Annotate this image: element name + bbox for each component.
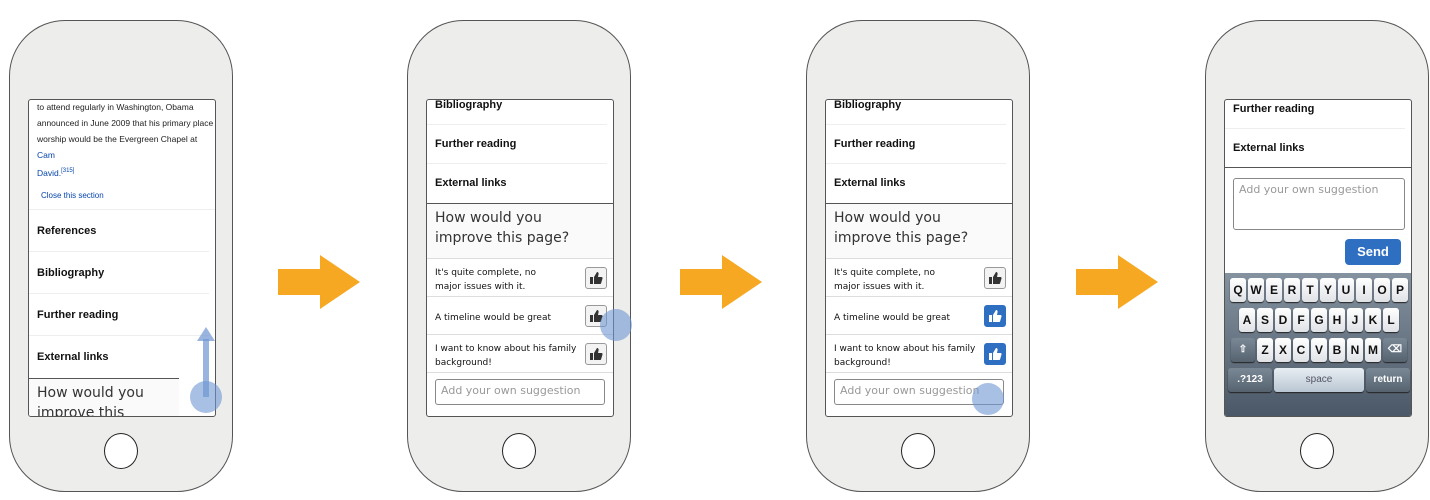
key[interactable]: F xyxy=(1293,308,1309,332)
numbers-key[interactable]: .?123 xyxy=(1228,368,1272,392)
send-button[interactable]: Send xyxy=(1345,239,1401,265)
section-bibliography[interactable]: Bibliography xyxy=(427,100,607,125)
suggestion-row: I want to know about his family backgrou… xyxy=(427,334,613,372)
touch-indicator xyxy=(600,309,632,341)
thumbs-up-icon xyxy=(590,348,603,360)
step-arrow-icon xyxy=(680,255,762,309)
camp-david-link[interactable]: Cam xyxy=(37,150,55,160)
section-external-links[interactable]: External links xyxy=(427,164,607,203)
key[interactable]: C xyxy=(1293,338,1309,362)
thumbs-up-icon xyxy=(590,272,603,284)
phone-screen: Bibliography Further reading External li… xyxy=(426,99,614,417)
key[interactable]: U xyxy=(1338,278,1354,302)
key[interactable]: P xyxy=(1392,278,1408,302)
section-bibliography[interactable]: Bibliography xyxy=(29,252,209,294)
section-external-links[interactable]: External links xyxy=(29,336,209,378)
key[interactable]: I xyxy=(1356,278,1372,302)
keyboard-row-1: Q W E R T Y U I O P xyxy=(1228,278,1410,302)
feedback-title: How would you improve this page? xyxy=(29,377,179,416)
section-bibliography[interactable]: Bibliography xyxy=(826,100,1006,125)
key[interactable]: O xyxy=(1374,278,1390,302)
key[interactable]: M xyxy=(1365,338,1381,362)
paragraph-line: David.[315] xyxy=(37,163,215,181)
key[interactable]: S xyxy=(1257,308,1273,332)
home-button[interactable] xyxy=(901,433,935,469)
section-further-reading[interactable]: Further reading xyxy=(427,125,607,164)
article-paragraph: to attend regularly in Washington, Obama… xyxy=(29,100,215,181)
paragraph-line: to attend regularly in Washington, Obama xyxy=(37,102,194,112)
key[interactable]: H xyxy=(1329,308,1345,332)
phone-step-3: Bibliography Further reading External li… xyxy=(806,20,1030,492)
like-button-active[interactable] xyxy=(984,343,1006,365)
key[interactable]: Q xyxy=(1230,278,1246,302)
suggestion-row: I want to know about his family backgrou… xyxy=(826,334,1012,372)
section-further-reading[interactable]: Further reading xyxy=(826,125,1006,164)
step-arrow-icon xyxy=(1076,255,1158,309)
suggestion-input[interactable]: Add your own suggestion xyxy=(435,379,605,405)
touch-indicator xyxy=(972,383,1004,415)
section-references[interactable]: References xyxy=(29,210,209,252)
step-arrow-icon xyxy=(278,255,360,309)
suggestion-row: A timeline would be great xyxy=(826,296,1012,334)
phone-screen: Further reading External links Add your … xyxy=(1224,99,1412,417)
backspace-key[interactable]: ⌫ xyxy=(1383,338,1407,362)
key[interactable]: D xyxy=(1275,308,1291,332)
key[interactable]: E xyxy=(1266,278,1282,302)
key[interactable]: B xyxy=(1329,338,1345,362)
phone-screen: to attend regularly in Washington, Obama… xyxy=(28,99,216,417)
key[interactable]: L xyxy=(1383,308,1399,332)
feedback-title: How would you improve this page? xyxy=(826,203,1012,258)
camp-david-link-cont[interactable]: David. xyxy=(37,168,61,178)
key[interactable]: W xyxy=(1248,278,1264,302)
key[interactable]: V xyxy=(1311,338,1327,362)
citation-link[interactable]: [315] xyxy=(61,168,74,174)
thumbs-up-icon xyxy=(989,310,1002,322)
like-button[interactable] xyxy=(585,267,607,289)
phone-step-4: Further reading External links Add your … xyxy=(1205,20,1429,492)
key[interactable]: N xyxy=(1347,338,1363,362)
key[interactable]: R xyxy=(1284,278,1300,302)
section-further-reading[interactable]: Further reading xyxy=(1225,100,1405,129)
home-button[interactable] xyxy=(1300,433,1334,469)
touch-indicator xyxy=(190,381,222,413)
paragraph-line: announced in June 2009 that his primary … xyxy=(37,118,214,128)
key[interactable]: K xyxy=(1365,308,1381,332)
phone-step-1: to attend regularly in Washington, Obama… xyxy=(9,20,233,492)
home-button[interactable] xyxy=(502,433,536,469)
shift-key[interactable]: ⇧ xyxy=(1231,338,1255,362)
section-external-links[interactable]: External links xyxy=(1225,129,1411,168)
keyboard-row-3: ⇧ Z X C V B N M ⌫ xyxy=(1228,338,1410,362)
thumbs-up-icon xyxy=(989,348,1002,360)
key[interactable]: G xyxy=(1311,308,1327,332)
key[interactable]: Z xyxy=(1257,338,1273,362)
suggestion-textarea[interactable]: Add your own suggestion xyxy=(1233,178,1405,230)
phone-screen: Bibliography Further reading External li… xyxy=(825,99,1013,417)
paragraph-line: worship would be the Evergreen Chapel at… xyxy=(37,134,198,160)
close-section-link[interactable]: Close this section xyxy=(29,181,215,210)
suggestion-row: It's quite complete, no major issues wit… xyxy=(427,258,613,296)
key[interactable]: Y xyxy=(1320,278,1336,302)
section-further-reading[interactable]: Further reading xyxy=(29,294,209,336)
return-key[interactable]: return xyxy=(1366,368,1410,392)
like-button[interactable] xyxy=(585,343,607,365)
key[interactable]: J xyxy=(1347,308,1363,332)
phone-step-2: Bibliography Further reading External li… xyxy=(407,20,632,492)
keyboard-row-2: A S D F G H J K L xyxy=(1228,308,1410,332)
space-key[interactable]: space xyxy=(1274,368,1364,392)
suggestion-row: A timeline would be great xyxy=(427,296,613,334)
suggestion-row: It's quite complete, no major issues wit… xyxy=(826,258,1012,296)
home-button[interactable] xyxy=(104,433,138,469)
key[interactable]: X xyxy=(1275,338,1291,362)
keyboard-row-4: .?123 space return xyxy=(1228,368,1410,392)
thumbs-up-icon xyxy=(989,272,1002,284)
section-external-links[interactable]: External links xyxy=(826,164,1006,203)
key[interactable]: A xyxy=(1239,308,1255,332)
key[interactable]: T xyxy=(1302,278,1318,302)
feedback-title: How would you improve this page? xyxy=(427,203,613,258)
like-button-active[interactable] xyxy=(984,305,1006,327)
on-screen-keyboard: Q W E R T Y U I O P A S D F G H J K L ⇧ … xyxy=(1225,273,1411,416)
like-button[interactable] xyxy=(984,267,1006,289)
